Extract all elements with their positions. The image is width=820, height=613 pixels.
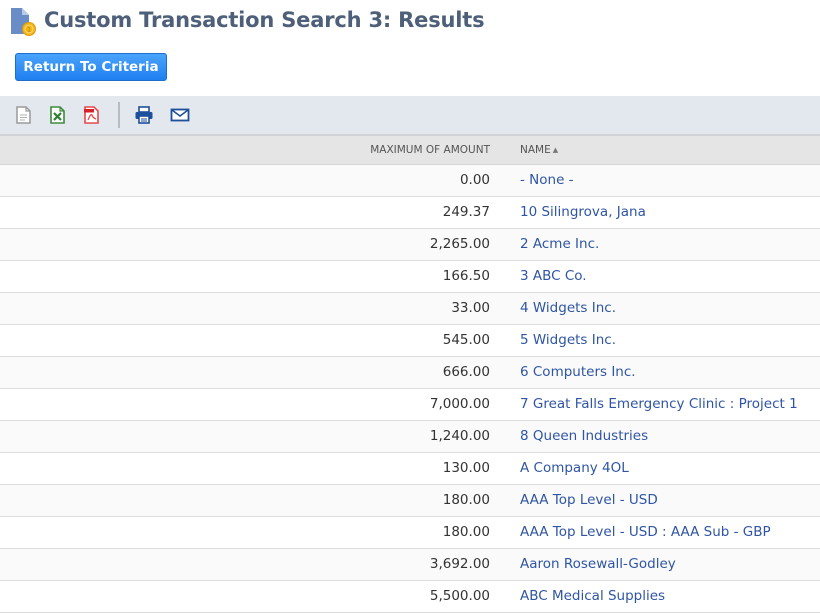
results-table-body: 0.00 - None - 249.37 10 Silingrova, Jana 2,2… [0,165,820,613]
table-row: 3,692.00 Aaron Rosewall-Godley [0,549,820,581]
amount-cell: 33.00 [451,300,490,316]
export-pdf-icon[interactable] [82,105,102,125]
name-link[interactable]: 3 ABC Co. [520,268,587,284]
table-row: 0.00 - None - [0,165,820,197]
svg-text:1: 1 [27,27,31,34]
name-link[interactable]: ABC Medical Supplies [520,588,665,604]
table-row: 166.50 3 ABC Co. [0,261,820,293]
name-link[interactable]: AAA Top Level - USD : AAA Sub - GBP [520,524,771,540]
amount-cell: 545.00 [442,332,490,348]
table-row: 666.00 6 Computers Inc. [0,357,820,389]
column-header-maximum-of-amount[interactable]: MAXIMUM OF AMOUNT [370,144,490,156]
name-link[interactable]: A Company 4OL [520,460,629,476]
table-row: 2,265.00 2 Acme Inc. [0,229,820,261]
amount-cell: 2,265.00 [429,236,490,252]
name-link[interactable]: 5 Widgets Inc. [520,332,616,348]
results-table-header: MAXIMUM OF AMOUNT NAME ▲ [0,136,820,165]
column-header-name[interactable]: NAME ▲ [520,144,558,156]
toolbar-separator [118,102,120,128]
amount-cell: 3,692.00 [429,556,490,572]
amount-cell: 5,500.00 [429,588,490,604]
table-row: 5,500.00 ABC Medical Supplies [0,581,820,613]
amount-cell: 180.00 [442,524,490,540]
amount-cell: 666.00 [442,364,490,380]
page-header: 1 Custom Transaction Search 3: Results [0,0,820,44]
page-title: Custom Transaction Search 3: Results [44,8,485,32]
return-to-criteria-button[interactable]: Return To Criteria [15,53,167,81]
column-header-name-label: NAME [520,144,551,156]
amount-cell: 166.50 [442,268,490,284]
table-row: 180.00 AAA Top Level - USD [0,485,820,517]
table-row: 545.00 5 Widgets Inc. [0,325,820,357]
export-excel-icon[interactable] [48,105,68,125]
name-link[interactable]: 4 Widgets Inc. [520,300,616,316]
name-link[interactable]: 6 Computers Inc. [520,364,636,380]
email-icon[interactable] [170,105,190,125]
table-row: 130.00 A Company 4OL [0,453,820,485]
amount-cell: 7,000.00 [429,396,490,412]
name-link[interactable]: 2 Acme Inc. [520,236,599,252]
sort-ascending-icon: ▲ [552,146,559,154]
name-link[interactable]: AAA Top Level - USD [520,492,658,508]
table-row: 7,000.00 7 Great Falls Emergency Clinic :… [0,389,820,421]
name-link[interactable]: 8 Queen Industries [520,428,648,444]
amount-cell: 1,240.00 [429,428,490,444]
amount-cell: 180.00 [442,492,490,508]
export-csv-icon[interactable] [14,105,34,125]
table-row: 1,240.00 8 Queen Industries [0,421,820,453]
name-link[interactable]: - None - [520,172,574,188]
table-row: 249.37 10 Silingrova, Jana [0,197,820,229]
amount-cell: 130.00 [442,460,490,476]
amount-cell: 0.00 [459,172,490,188]
name-link[interactable]: Aaron Rosewall-Godley [520,556,676,572]
table-row: 180.00 AAA Top Level - USD : AAA Sub - GB… [0,517,820,549]
amount-cell: 249.37 [442,204,490,220]
results-toolbar [0,96,820,136]
saved-search-document-icon: 1 [11,8,36,36]
table-row: 33.00 4 Widgets Inc. [0,293,820,325]
print-icon[interactable] [134,105,154,125]
name-link[interactable]: 10 Silingrova, Jana [520,204,646,220]
name-link[interactable]: 7 Great Falls Emergency Clinic : Project… [520,396,798,412]
